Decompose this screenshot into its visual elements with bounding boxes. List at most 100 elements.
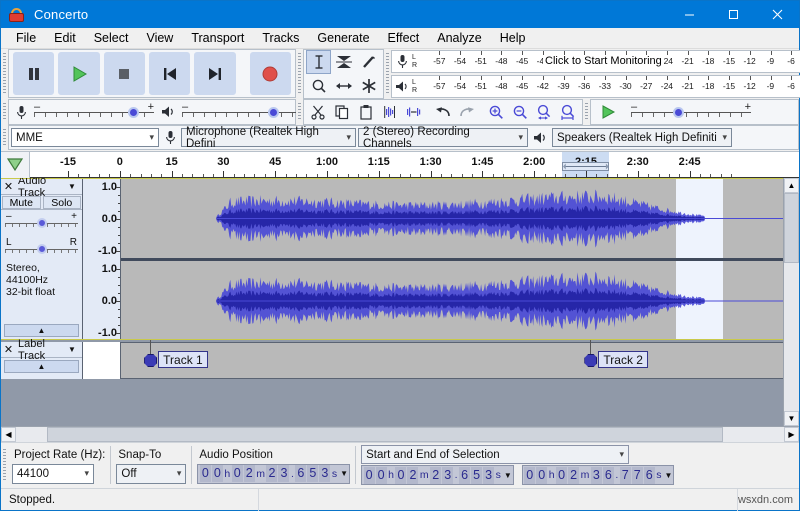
time-field-dropdown[interactable]: ▼ (665, 471, 673, 480)
time-unit[interactable]: . (455, 469, 458, 481)
selection-toolbar-grip[interactable] (1, 445, 8, 485)
playback-speed-slider[interactable]: – + (631, 103, 751, 121)
redo-button[interactable] (455, 100, 479, 124)
scroll-down-arrow[interactable]: ▼ (784, 411, 799, 426)
label-marker[interactable] (144, 348, 157, 364)
play-button[interactable] (58, 52, 99, 95)
time-digit[interactable]: 0 (395, 467, 406, 484)
snap-to-select[interactable]: Off ▾ (116, 464, 186, 484)
time-unit[interactable]: s (332, 468, 337, 480)
time-unit[interactable]: m (420, 469, 429, 481)
time-digit[interactable]: 5 (471, 467, 482, 484)
recording-meter-grip[interactable] (384, 49, 391, 99)
time-unit[interactable]: m (256, 468, 265, 480)
audio-position-field[interactable]: 00h02m23.653s▼ (197, 464, 350, 484)
horizontal-scroll-track[interactable] (16, 427, 784, 442)
trim-audio-button[interactable] (378, 100, 402, 124)
time-digit[interactable]: 3 (483, 467, 494, 484)
paste-button[interactable] (354, 100, 378, 124)
time-unit[interactable]: . (291, 468, 294, 480)
time-digit[interactable]: 0 (364, 467, 375, 484)
menu-edit[interactable]: Edit (45, 29, 85, 47)
time-digit[interactable]: 0 (536, 467, 547, 484)
project-rate-select[interactable]: 44100 ▾ (12, 464, 94, 484)
menu-help[interactable]: Help (491, 29, 535, 47)
transport-toolbar-grip[interactable] (1, 49, 8, 99)
horizontal-scroll-thumb[interactable] (47, 427, 723, 442)
time-digit[interactable]: 2 (266, 465, 277, 482)
chevron-down-icon[interactable]: ▼ (68, 345, 82, 354)
play-at-speed-button[interactable] (593, 100, 623, 124)
collapse-track-button[interactable]: ▲ (4, 324, 79, 337)
playback-device-select[interactable]: Speakers (Realtek High Definiti ▾ (552, 128, 732, 147)
stop-button[interactable] (104, 52, 145, 95)
time-digit[interactable]: 3 (278, 465, 289, 482)
play-at-speed-grip[interactable] (583, 99, 590, 125)
solo-button[interactable]: Solo (43, 196, 82, 209)
vertical-scrollbar[interactable]: ▲ ▼ (783, 178, 799, 426)
close-track-button[interactable]: ✕ (1, 180, 16, 193)
menu-view[interactable]: View (137, 29, 182, 47)
minimize-button[interactable] (667, 1, 711, 28)
time-unit[interactable]: s (656, 469, 661, 481)
skip-to-end-button[interactable] (194, 52, 235, 95)
label-track-body[interactable]: Track 1Track 2 (121, 342, 783, 379)
fit-selection-button[interactable] (532, 100, 556, 124)
selection-start-field[interactable]: 00h02m23.653s▼ (361, 465, 514, 485)
playback-meter-toolbar[interactable]: LR -57-54-51-48-45-42-39-36-33-30-27-24-… (391, 75, 800, 98)
multi-tool[interactable] (356, 74, 381, 98)
time-field-dropdown[interactable]: ▼ (340, 469, 348, 478)
menu-select[interactable]: Select (85, 29, 138, 47)
recording-channels-select[interactable]: 2 (Stereo) Recording Channels ▾ (358, 128, 528, 147)
time-digit[interactable]: 0 (524, 467, 535, 484)
label-text[interactable]: Track 1 (158, 351, 208, 368)
time-unit[interactable]: m (581, 469, 590, 481)
pinned-play-head-icon[interactable] (1, 152, 30, 178)
close-button[interactable] (755, 1, 799, 28)
skip-to-start-button[interactable] (149, 52, 190, 95)
gain-slider-thumb[interactable] (37, 218, 47, 228)
time-digit[interactable]: 3 (591, 467, 602, 484)
time-digit[interactable]: 7 (620, 467, 631, 484)
playback-volume-slider[interactable]: – + (182, 103, 302, 121)
time-unit[interactable]: h (224, 468, 230, 480)
recording-device-select[interactable]: Microphone (Realtek High Defini ▾ (181, 128, 356, 147)
time-digit[interactable]: 6 (295, 465, 306, 482)
mixer-toolbar-grip[interactable] (1, 99, 8, 125)
time-field-dropdown[interactable]: ▼ (504, 471, 512, 480)
fit-project-button[interactable] (556, 100, 580, 124)
collapse-label-track-button[interactable]: ▲ (4, 360, 79, 373)
device-toolbar-grip[interactable] (1, 125, 8, 151)
speed-slider-thumb[interactable] (673, 107, 684, 118)
silence-audio-button[interactable] (402, 100, 426, 124)
audio-host-select[interactable]: MME ▾ (11, 128, 159, 147)
record-button[interactable] (250, 52, 291, 95)
time-digit[interactable]: 0 (376, 467, 387, 484)
time-digit[interactable]: 5 (307, 465, 318, 482)
time-digit[interactable]: 2 (407, 467, 418, 484)
cut-button[interactable] (306, 100, 330, 124)
pause-button[interactable] (13, 52, 54, 95)
close-label-track-button[interactable]: ✕ (1, 343, 16, 356)
draw-tool[interactable] (356, 50, 381, 74)
menu-generate[interactable]: Generate (308, 29, 378, 47)
slider-thumb[interactable] (128, 107, 139, 118)
time-digit[interactable]: 0 (200, 465, 211, 482)
envelope-tool[interactable] (331, 50, 356, 74)
maximize-button[interactable] (711, 1, 755, 28)
scroll-left-arrow[interactable]: ◀ (1, 427, 16, 442)
time-unit[interactable]: . (615, 469, 618, 481)
zoom-out-button[interactable] (508, 100, 532, 124)
time-digit[interactable]: 3 (319, 465, 330, 482)
copy-button[interactable] (330, 100, 354, 124)
menu-effect[interactable]: Effect (379, 29, 429, 47)
edit-toolbar-grip[interactable] (296, 99, 303, 125)
menu-transport[interactable]: Transport (182, 29, 253, 47)
selection-mode-select[interactable]: Start and End of Selection ▾ (361, 445, 629, 464)
menu-tracks[interactable]: Tracks (253, 29, 308, 47)
scroll-up-arrow[interactable]: ▲ (784, 178, 799, 193)
time-unit[interactable]: s (496, 469, 501, 481)
tools-toolbar-grip[interactable] (296, 49, 303, 99)
timeline-ruler[interactable]: -1501530451:001:151:301:452:002:152:302:… (30, 152, 799, 178)
vertical-scroll-thumb[interactable] (784, 193, 799, 263)
